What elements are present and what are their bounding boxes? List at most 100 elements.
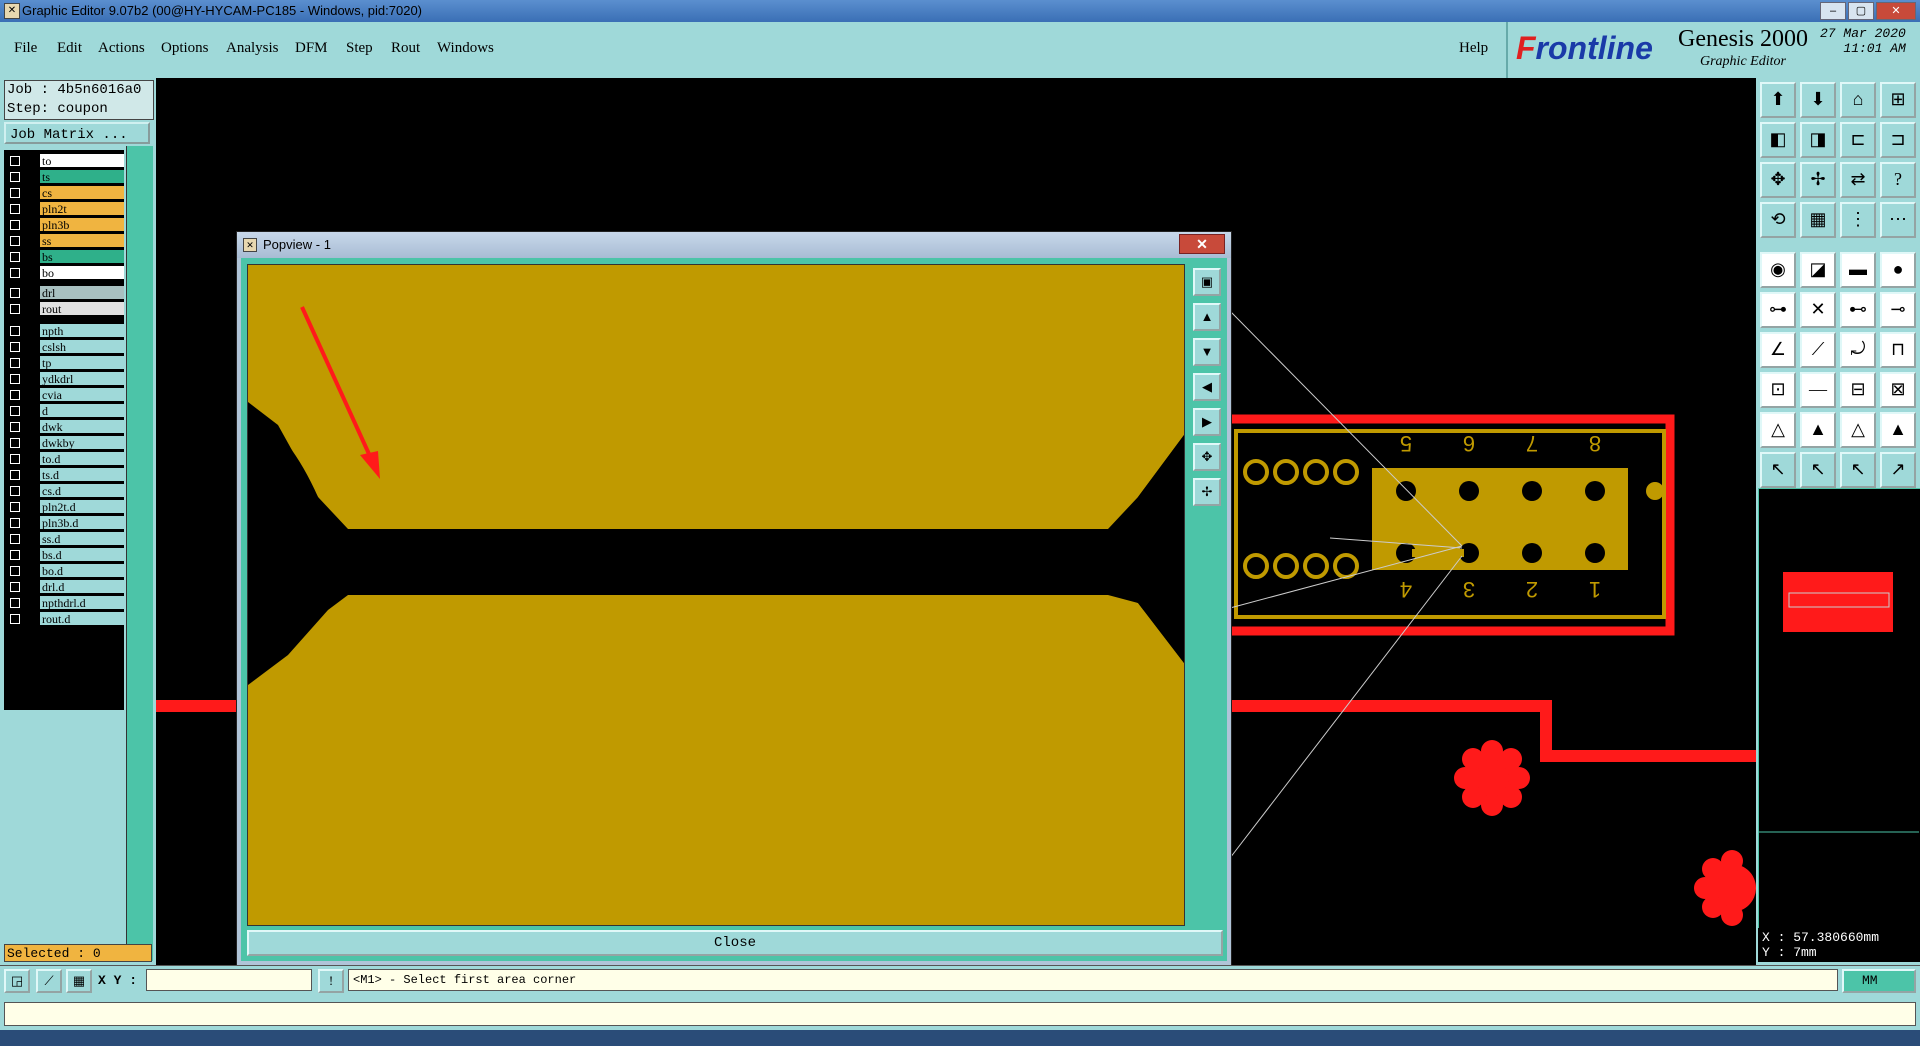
toolbar-tool-icon[interactable]: ⋯ [1880, 202, 1916, 238]
layer-name[interactable]: bs.d [40, 548, 124, 562]
layer-name[interactable]: pln2t [40, 202, 124, 216]
layer-row[interactable]: rout [4, 302, 124, 316]
menu-rout[interactable]: Rout [391, 40, 420, 57]
layer-row[interactable]: pln3b.d [4, 516, 124, 530]
layer-row[interactable]: drl.d [4, 580, 124, 594]
layer-name[interactable]: ss.d [40, 532, 124, 546]
job-matrix-button[interactable]: Job Matrix ... [4, 122, 150, 144]
layer-name[interactable]: to.d [40, 452, 124, 466]
layer-row[interactable]: drl [4, 286, 124, 300]
layer-name[interactable]: cs [40, 186, 124, 200]
layer-checkbox[interactable] [10, 358, 20, 368]
layer-name[interactable]: drl.d [40, 580, 124, 594]
layer-checkbox[interactable] [10, 582, 20, 592]
toolbar-tool-icon[interactable]: ⊓ [1880, 332, 1916, 368]
layer-row[interactable]: dwk [4, 420, 124, 434]
layer-name[interactable]: dwkby [40, 436, 124, 450]
layer-checkbox[interactable] [10, 188, 20, 198]
layer-row[interactable]: d [4, 404, 124, 418]
layer-row[interactable]: dwkby [4, 436, 124, 450]
layer-name[interactable]: cvia [40, 388, 124, 402]
menu-step[interactable]: Step [346, 40, 373, 57]
layer-row[interactable]: ss.d [4, 532, 124, 546]
toolbar-tool-icon[interactable]: ⊡ [1760, 372, 1796, 408]
popview-close-button[interactable]: Close [247, 930, 1223, 956]
layer-name[interactable]: pln3b [40, 218, 124, 232]
layer-row[interactable]: bs.d [4, 548, 124, 562]
minimize-button[interactable]: – [1820, 2, 1846, 20]
toolbar-tool-icon[interactable]: ⊶ [1760, 292, 1796, 328]
toolbar-tool-icon[interactable]: ⟲ [1760, 202, 1796, 238]
layer-row[interactable]: to.d [4, 452, 124, 466]
layer-scroll-strip[interactable] [126, 146, 153, 961]
toolbar-tool-icon[interactable]: ⬇ [1800, 82, 1836, 118]
info-icon[interactable]: ! [318, 969, 344, 993]
layer-checkbox[interactable] [10, 454, 20, 464]
layer-row[interactable]: ts [4, 170, 124, 184]
toolbar-tool-icon[interactable]: ↖ [1840, 452, 1876, 488]
layer-row[interactable]: pln2t.d [4, 500, 124, 514]
layer-checkbox[interactable] [10, 598, 20, 608]
angle-icon[interactable]: ⟋ [36, 969, 62, 993]
toolbar-tool-icon[interactable]: ✥ [1760, 162, 1796, 198]
toolbar-tool-icon[interactable]: ⌂ [1840, 82, 1876, 118]
layer-checkbox[interactable] [10, 534, 20, 544]
toolbar-tool-icon[interactable]: ⤾ [1840, 332, 1876, 368]
layer-row[interactable]: bs [4, 250, 124, 264]
popview-zoom-in-icon[interactable]: ✢ [1193, 478, 1221, 506]
toolbar-tool-icon[interactable]: ? [1880, 162, 1916, 198]
layer-checkbox[interactable] [10, 252, 20, 262]
xy-input[interactable] [146, 969, 312, 991]
layer-row[interactable]: pln3b [4, 218, 124, 232]
layer-row[interactable]: cslsh [4, 340, 124, 354]
toolbar-tool-icon[interactable]: ▲ [1880, 412, 1916, 448]
toolbar-tool-icon[interactable]: △ [1840, 412, 1876, 448]
menu-windows[interactable]: Windows [437, 40, 494, 57]
layer-checkbox[interactable] [10, 566, 20, 576]
layer-name[interactable]: bs [40, 250, 124, 264]
layer-name[interactable]: ss [40, 234, 124, 248]
layer-checkbox[interactable] [10, 236, 20, 246]
layer-name[interactable]: pln2t.d [40, 500, 124, 514]
toolbar-tool-icon[interactable]: ▲ [1800, 412, 1836, 448]
layer-checkbox[interactable] [10, 342, 20, 352]
layer-checkbox[interactable] [10, 220, 20, 230]
layer-row[interactable]: pln2t [4, 202, 124, 216]
layer-checkbox[interactable] [10, 156, 20, 166]
layer-name[interactable]: ydkdrl [40, 372, 124, 386]
layer-row[interactable]: bo.d [4, 564, 124, 578]
layer-name[interactable]: bo [40, 266, 124, 280]
layer-name[interactable]: ts.d [40, 468, 124, 482]
layer-name[interactable]: npth [40, 324, 124, 338]
layer-row[interactable]: ss [4, 234, 124, 248]
toolbar-tool-icon[interactable]: ⬆ [1760, 82, 1796, 118]
toolbar-tool-icon[interactable]: — [1800, 372, 1836, 408]
toolbar-tool-icon[interactable]: △ [1760, 412, 1796, 448]
layer-checkbox[interactable] [10, 406, 20, 416]
message-field[interactable] [4, 1002, 1916, 1026]
toolbar-tool-icon[interactable]: ◨ [1800, 122, 1836, 158]
toolbar-tool-icon[interactable]: ↖ [1760, 452, 1796, 488]
menu-edit[interactable]: Edit [57, 40, 82, 57]
toolbar-tool-icon[interactable]: ⊠ [1880, 372, 1916, 408]
popview-canvas[interactable] [247, 264, 1185, 926]
toolbar-tool-icon[interactable]: ⊸ [1880, 292, 1916, 328]
layer-checkbox[interactable] [10, 422, 20, 432]
layer-name[interactable]: pln3b.d [40, 516, 124, 530]
layer-row[interactable]: tp [4, 356, 124, 370]
layer-row[interactable]: npthdrl.d [4, 596, 124, 610]
grid-icon[interactable]: ▦ [66, 969, 92, 993]
layer-row[interactable]: ts.d [4, 468, 124, 482]
layer-name[interactable]: cslsh [40, 340, 124, 354]
toolbar-tool-icon[interactable]: ✕ [1800, 292, 1836, 328]
layer-checkbox[interactable] [10, 470, 20, 480]
layer-row[interactable]: cvia [4, 388, 124, 402]
maximize-button[interactable]: ▢ [1848, 2, 1874, 20]
layer-name[interactable]: drl [40, 286, 124, 300]
overview-map[interactable] [1758, 488, 1920, 930]
menu-actions[interactable]: Actions [98, 40, 145, 57]
layer-checkbox[interactable] [10, 550, 20, 560]
toolbar-tool-icon[interactable]: ◪ [1800, 252, 1836, 288]
popview-pan-up-icon[interactable]: ▲ [1193, 303, 1221, 331]
toolbar-tool-icon[interactable]: ◧ [1760, 122, 1796, 158]
